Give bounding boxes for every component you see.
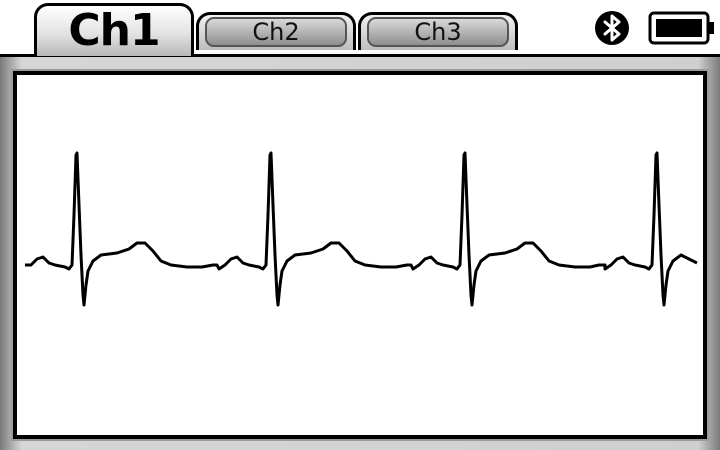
tab-ch1[interactable]: Ch1	[34, 3, 194, 56]
ecg-trace-line	[25, 151, 698, 307]
ecg-waveform	[25, 151, 698, 307]
tab-ch1-label: Ch1	[68, 5, 160, 56]
tab-ch3[interactable]: Ch3	[358, 12, 518, 50]
tab-ch3-label: Ch3	[367, 17, 509, 47]
ecg-monitor-screen: Ch2 Ch3 Ch1	[0, 0, 720, 450]
tab-ch2[interactable]: Ch2	[196, 12, 356, 50]
ecg-waveform-panel	[13, 71, 707, 439]
bluetooth-icon	[595, 11, 629, 45]
channel-tab-bar: Ch2 Ch3 Ch1	[0, 0, 720, 56]
battery-icon	[648, 11, 714, 45]
tab-ch2-label: Ch2	[205, 17, 347, 47]
